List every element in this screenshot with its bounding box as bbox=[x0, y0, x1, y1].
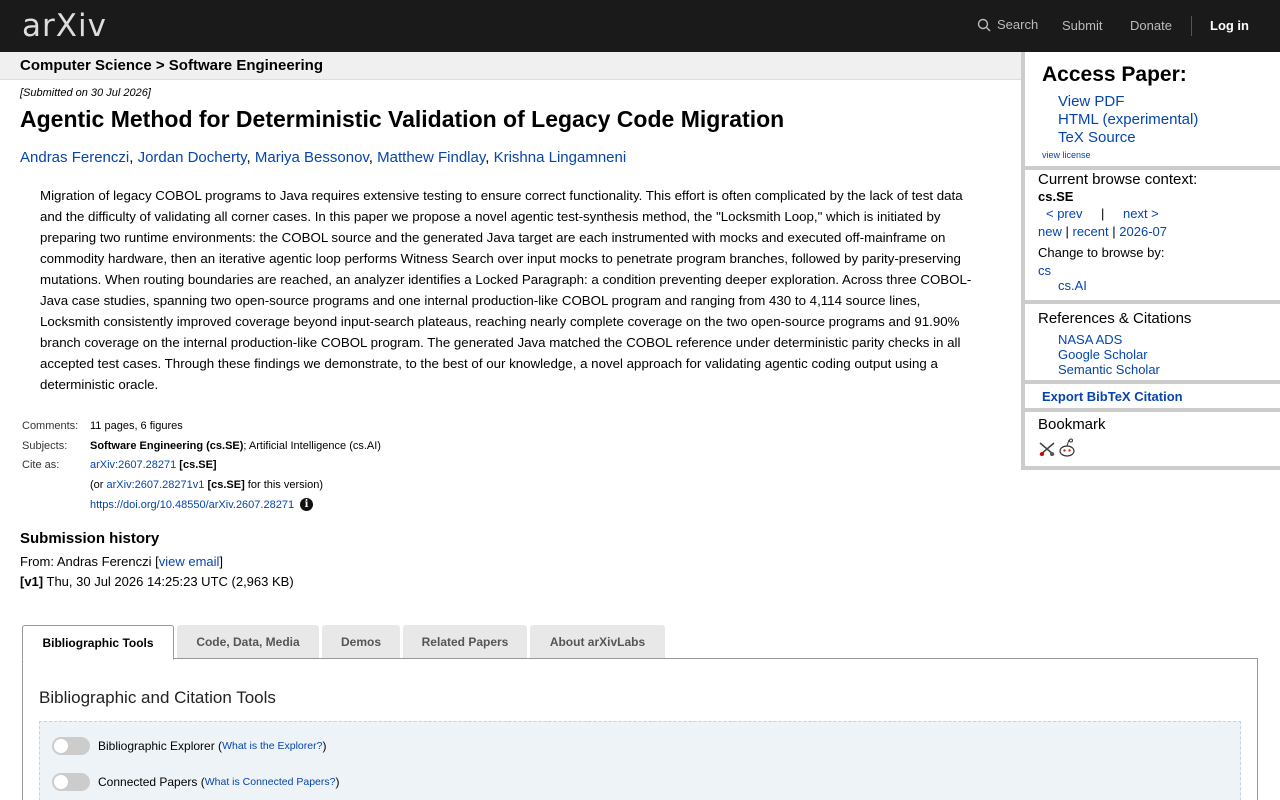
tab-bibliographic-tools[interactable]: Bibliographic Tools bbox=[22, 625, 174, 660]
browse-context-value: cs.SE bbox=[1038, 189, 1074, 204]
prev-link[interactable]: < prev bbox=[1046, 206, 1083, 221]
author-link[interactable]: Andras Ferenczi bbox=[20, 149, 129, 166]
tab-demos[interactable]: Demos bbox=[322, 625, 400, 658]
browse-links: new | recent | 2026-07 bbox=[1038, 224, 1167, 239]
separator: | bbox=[1065, 224, 1069, 239]
change-browse-label: Change to browse by: bbox=[1038, 245, 1165, 260]
tex-source-link[interactable]: TeX Source bbox=[1058, 129, 1136, 146]
submit-link[interactable]: Submit bbox=[1062, 18, 1102, 33]
author-link[interactable]: Matthew Findlay bbox=[377, 149, 485, 166]
version-entry: [v1] Thu, 30 Jul 2026 14:25:23 UTC (2,96… bbox=[20, 574, 294, 589]
paper-title: Agentic Method for Deterministic Validat… bbox=[20, 106, 785, 132]
new-link[interactable]: new bbox=[1038, 224, 1062, 239]
search-link[interactable]: Search bbox=[977, 17, 1038, 32]
comments-label: Comments: bbox=[22, 420, 79, 432]
from-prefix: From: Andras Ferenczi [ bbox=[20, 554, 159, 569]
or-prefix: (or bbox=[90, 479, 104, 491]
next-link[interactable]: next > bbox=[1123, 206, 1159, 221]
tab-code-data-media[interactable]: Code, Data, Media bbox=[177, 625, 319, 658]
recent-link[interactable]: recent bbox=[1073, 224, 1109, 239]
cite-category: [cs.SE] bbox=[179, 459, 217, 471]
connected-papers-label: Connected Papers ( bbox=[98, 775, 205, 789]
semantic-scholar-link[interactable]: Semantic Scholar bbox=[1058, 362, 1160, 377]
bibsonomy-icon[interactable] bbox=[1038, 440, 1056, 458]
panel-title: Bibliographic and Citation Tools bbox=[39, 688, 276, 707]
search-icon bbox=[977, 18, 991, 31]
bibtex-block: Export BibTeX Citation bbox=[1025, 384, 1280, 408]
author-list: Andras Ferenczi, Jordan Docherty, Mariya… bbox=[20, 149, 627, 166]
version-label[interactable]: [v1] bbox=[20, 574, 43, 589]
breadcrumb-bar: Computer Science > Software Engineering bbox=[0, 52, 1021, 80]
browse-context-block: Current browse context: cs.SE < prev | n… bbox=[1025, 170, 1280, 300]
info-icon[interactable]: i bbox=[300, 498, 314, 511]
browse-context-title: Current browse context: bbox=[1038, 171, 1198, 188]
connected-papers-help-link[interactable]: What is Connected Papers? bbox=[205, 776, 336, 788]
close-paren: ) bbox=[322, 739, 327, 753]
subjects-label: Subjects: bbox=[22, 440, 68, 452]
breadcrumb: Computer Science > Software Engineering bbox=[20, 57, 323, 74]
author-link[interactable]: Krishna Lingamneni bbox=[494, 149, 627, 166]
other-subjects: ; Artificial Intelligence (cs.AI) bbox=[243, 440, 381, 452]
cite-id-link[interactable]: arXiv:2607.28271 bbox=[90, 459, 176, 471]
author-link[interactable]: Jordan Docherty bbox=[138, 149, 247, 166]
arxiv-logo[interactable]: arXiv bbox=[22, 6, 114, 46]
submission-date: [Submitted on 30 Jul 2026] bbox=[20, 87, 151, 99]
export-bibtex-link[interactable]: Export BibTeX Citation bbox=[1042, 389, 1183, 404]
month-link[interactable]: 2026-07 bbox=[1119, 224, 1167, 239]
view-email-link[interactable]: view email bbox=[159, 554, 220, 569]
primary-subject: Software Engineering (cs.SE) bbox=[90, 440, 244, 452]
browse-cs-ai-link[interactable]: cs.AI bbox=[1058, 278, 1087, 293]
reddit-icon[interactable] bbox=[1058, 438, 1076, 458]
connected-papers-toggle[interactable] bbox=[52, 773, 90, 791]
tab-related-papers[interactable]: Related Papers bbox=[403, 625, 527, 658]
nav-divider bbox=[1191, 16, 1192, 36]
from-suffix: ] bbox=[219, 554, 224, 569]
view-pdf-link[interactable]: View PDF bbox=[1058, 93, 1124, 110]
prev-next-separator: | bbox=[1101, 206, 1105, 221]
explorer-help-link[interactable]: What is the Explorer? bbox=[222, 740, 322, 752]
separator: | bbox=[1112, 224, 1116, 239]
references-title: References & Citations bbox=[1038, 310, 1192, 327]
logo-text: arXiv bbox=[22, 8, 107, 44]
access-paper-block: Access Paper: View PDF HTML (experimenta… bbox=[1025, 52, 1280, 166]
bookmark-title: Bookmark bbox=[1038, 416, 1106, 433]
version-details: Thu, 30 Jul 2026 14:25:23 UTC (2,963 KB) bbox=[43, 574, 294, 589]
tab-about-arxivlabs[interactable]: About arXivLabs bbox=[530, 625, 665, 658]
explorer-label: Bibliographic Explorer ( bbox=[98, 739, 223, 753]
version-suffix: for this version) bbox=[247, 479, 323, 491]
author-link[interactable]: Mariya Bessonov bbox=[255, 149, 369, 166]
google-scholar-link[interactable]: Google Scholar bbox=[1058, 347, 1148, 362]
close-paren: ) bbox=[335, 775, 340, 789]
abstract: Migration of legacy COBOL programs to Ja… bbox=[40, 188, 972, 392]
access-paper-title: Access Paper: bbox=[1042, 63, 1187, 86]
connected-papers-row: Connected Papers (What is Connected Pape… bbox=[52, 773, 339, 791]
top-navbar: arXiv Search Submit Donate Log in bbox=[0, 0, 1280, 52]
tools-box: Bibliographic Explorer (What is the Expl… bbox=[39, 721, 1241, 800]
cite-version-category: [cs.SE] bbox=[207, 479, 245, 491]
explorer-row: Bibliographic Explorer (What is the Expl… bbox=[52, 737, 326, 755]
doi-link[interactable]: https://doi.org/10.48550/arXiv.2607.2827… bbox=[90, 499, 294, 511]
html-link[interactable]: HTML (experimental) bbox=[1058, 111, 1198, 128]
browse-cs-link[interactable]: cs bbox=[1038, 263, 1051, 278]
submission-history-heading: Submission history bbox=[20, 530, 160, 547]
login-link[interactable]: Log in bbox=[1210, 18, 1249, 33]
search-label: Search bbox=[997, 17, 1039, 32]
submitter-line: From: Andras Ferenczi [view email] bbox=[20, 554, 223, 569]
bookmark-block: Bookmark bbox=[1025, 412, 1280, 466]
donate-link[interactable]: Donate bbox=[1130, 18, 1172, 33]
nasa-ads-link[interactable]: NASA ADS bbox=[1058, 332, 1122, 347]
references-block: References & Citations NASA ADS Google S… bbox=[1025, 304, 1280, 380]
explorer-toggle[interactable] bbox=[52, 737, 90, 755]
cite-version-link[interactable]: arXiv:2607.28271v1 bbox=[107, 479, 205, 491]
comments-value: 11 pages, 6 figures bbox=[90, 420, 183, 432]
license-link[interactable]: view license bbox=[1042, 150, 1091, 160]
tab-panel: Bibliographic and Citation Tools Bibliog… bbox=[22, 658, 1258, 800]
cite-label: Cite as: bbox=[22, 459, 60, 471]
sidebar: Access Paper: View PDF HTML (experimenta… bbox=[1021, 52, 1280, 470]
